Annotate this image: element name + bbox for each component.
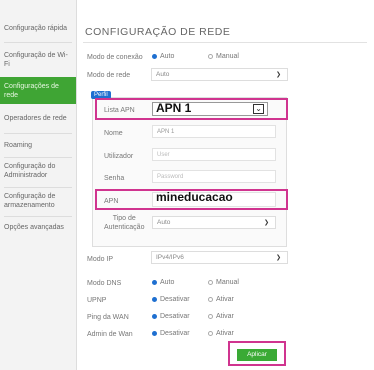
wan-ping-on-radio[interactable]: Ativar (208, 313, 234, 320)
radio-label: Desativar (160, 313, 190, 320)
main-content: CONFIGURAÇÃO DE REDE Modo de conexão Aut… (77, 0, 374, 370)
radio-unselected-icon (208, 280, 213, 285)
radio-label: Ativar (216, 330, 234, 337)
chevron-down-icon: ❯ (275, 72, 281, 78)
divider (4, 42, 72, 43)
radio-selected-icon (152, 280, 157, 285)
sidebar-item-label: Configuração rápida (4, 24, 68, 32)
sidebar-item-label: Configurações de rede (4, 82, 59, 99)
divider (4, 133, 72, 134)
user-placeholder: User (157, 152, 170, 158)
upnp-on-radio[interactable]: Ativar (208, 296, 234, 303)
select-value: IPv4/IPv6 (156, 254, 184, 261)
divider (4, 187, 72, 188)
wan-admin-label: Admin de Wan (87, 331, 133, 338)
sidebar-item-label: Operadores de rede (4, 114, 67, 122)
auth-type-label-line: Tipo de (112, 215, 136, 222)
sidebar-item-wifi[interactable]: Configuração de Wi-Fi (0, 50, 76, 70)
radio-selected-icon (152, 297, 157, 302)
upnp-label: UPNP (87, 297, 107, 304)
select-value: Auto (157, 219, 171, 226)
sidebar-item-label: Configuração de armazenamento (4, 193, 56, 209)
name-field[interactable]: APN 1 (152, 125, 276, 138)
sidebar-item-label: Configuração de Wi-Fi (4, 52, 68, 68)
password-field[interactable]: Password (152, 170, 276, 183)
radio-selected-icon (152, 331, 157, 336)
radio-unselected-icon (208, 54, 213, 59)
divider (4, 216, 72, 217)
radio-unselected-icon (208, 297, 213, 302)
password-label: Senha (104, 175, 125, 182)
auth-type-label: Tipo de Autenticação (104, 214, 144, 232)
password-placeholder: Password (157, 174, 184, 180)
apn-list-value: APN 1 (156, 101, 192, 115)
wan-ping-off-radio[interactable]: Desativar (152, 313, 190, 320)
radio-label: Ativar (216, 313, 234, 320)
sidebar-item-quick-setup[interactable]: Configuração rápida (0, 18, 76, 38)
sidebar-item-advanced[interactable]: Opções avançadas (0, 220, 76, 234)
profile-badge: Perfil (91, 91, 111, 99)
upnp-off-radio[interactable]: Desativar (152, 296, 190, 303)
connection-mode-auto-radio[interactable]: Auto (152, 53, 174, 60)
sidebar-item-label: Configuração do Administrador (4, 163, 56, 179)
radio-label: Manual (216, 279, 239, 286)
sidebar-item-network-operators[interactable]: Operadores de rede (0, 108, 76, 128)
radio-label: Auto (160, 279, 175, 286)
sidebar-item-roaming[interactable]: Roaming (0, 138, 76, 152)
radio-label: Ativar (216, 296, 234, 303)
dns-mode-auto-radio[interactable]: Auto (152, 279, 174, 286)
divider (83, 42, 367, 43)
apply-button[interactable]: Aplicar (237, 349, 277, 361)
sidebar-item-label: Roaming (4, 141, 33, 149)
user-label: Utilizador (104, 153, 134, 160)
radio-selected-icon (152, 314, 157, 319)
chevron-down-icon: ❯ (275, 255, 281, 261)
ip-mode-select[interactable]: IPv4/IPv6 ❯ (151, 251, 288, 264)
chevron-down-icon: ❯ (263, 220, 269, 226)
user-field[interactable]: User (152, 148, 276, 161)
radio-label: Desativar (160, 330, 190, 337)
dns-mode-manual-radio[interactable]: Manual (208, 279, 239, 286)
radio-label: Auto (160, 53, 175, 60)
network-mode-select[interactable]: Auto ❯ (151, 68, 288, 81)
auth-type-label-line: Autenticação (104, 224, 145, 231)
wan-admin-off-radio[interactable]: Desativar (152, 330, 190, 337)
sidebar: Configuração rápida Configuração de Wi-F… (0, 0, 77, 370)
radio-label: Manual (216, 53, 239, 60)
name-value: APN 1 (157, 129, 175, 135)
radio-label: Desativar (160, 296, 190, 303)
ip-mode-label: Modo IP (87, 256, 114, 263)
connection-mode-manual-radio[interactable]: Manual (208, 53, 239, 60)
dns-mode-label: Modo DNS (87, 280, 122, 287)
chevron-down-icon: ⌄ (253, 104, 264, 114)
sidebar-item-storage[interactable]: Configuração de armazenamento (0, 191, 76, 211)
wan-ping-label: Ping da WAN (87, 314, 129, 321)
radio-unselected-icon (208, 331, 213, 336)
page-title: CONFIGURAÇÃO DE REDE (85, 26, 231, 38)
auth-type-select[interactable]: Auto ❯ (152, 216, 276, 229)
sidebar-item-label: Opções avançadas (4, 223, 64, 231)
select-value: Auto (156, 71, 170, 78)
sidebar-item-admin[interactable]: Configuração do Administrador (0, 161, 76, 181)
wan-admin-on-radio[interactable]: Ativar (208, 330, 234, 337)
apn-label: APN (104, 198, 119, 205)
radio-selected-icon (152, 54, 157, 59)
divider (4, 157, 72, 158)
apn-value: mineducacao (156, 190, 233, 204)
apn-list-label: Lista APN (104, 107, 135, 114)
radio-unselected-icon (208, 314, 213, 319)
connection-mode-label: Modo de conexão (87, 54, 143, 61)
sidebar-item-network-settings[interactable]: Configurações de rede (0, 77, 76, 104)
network-mode-label: Modo de rede (87, 72, 131, 79)
name-label: Nome (104, 130, 123, 137)
